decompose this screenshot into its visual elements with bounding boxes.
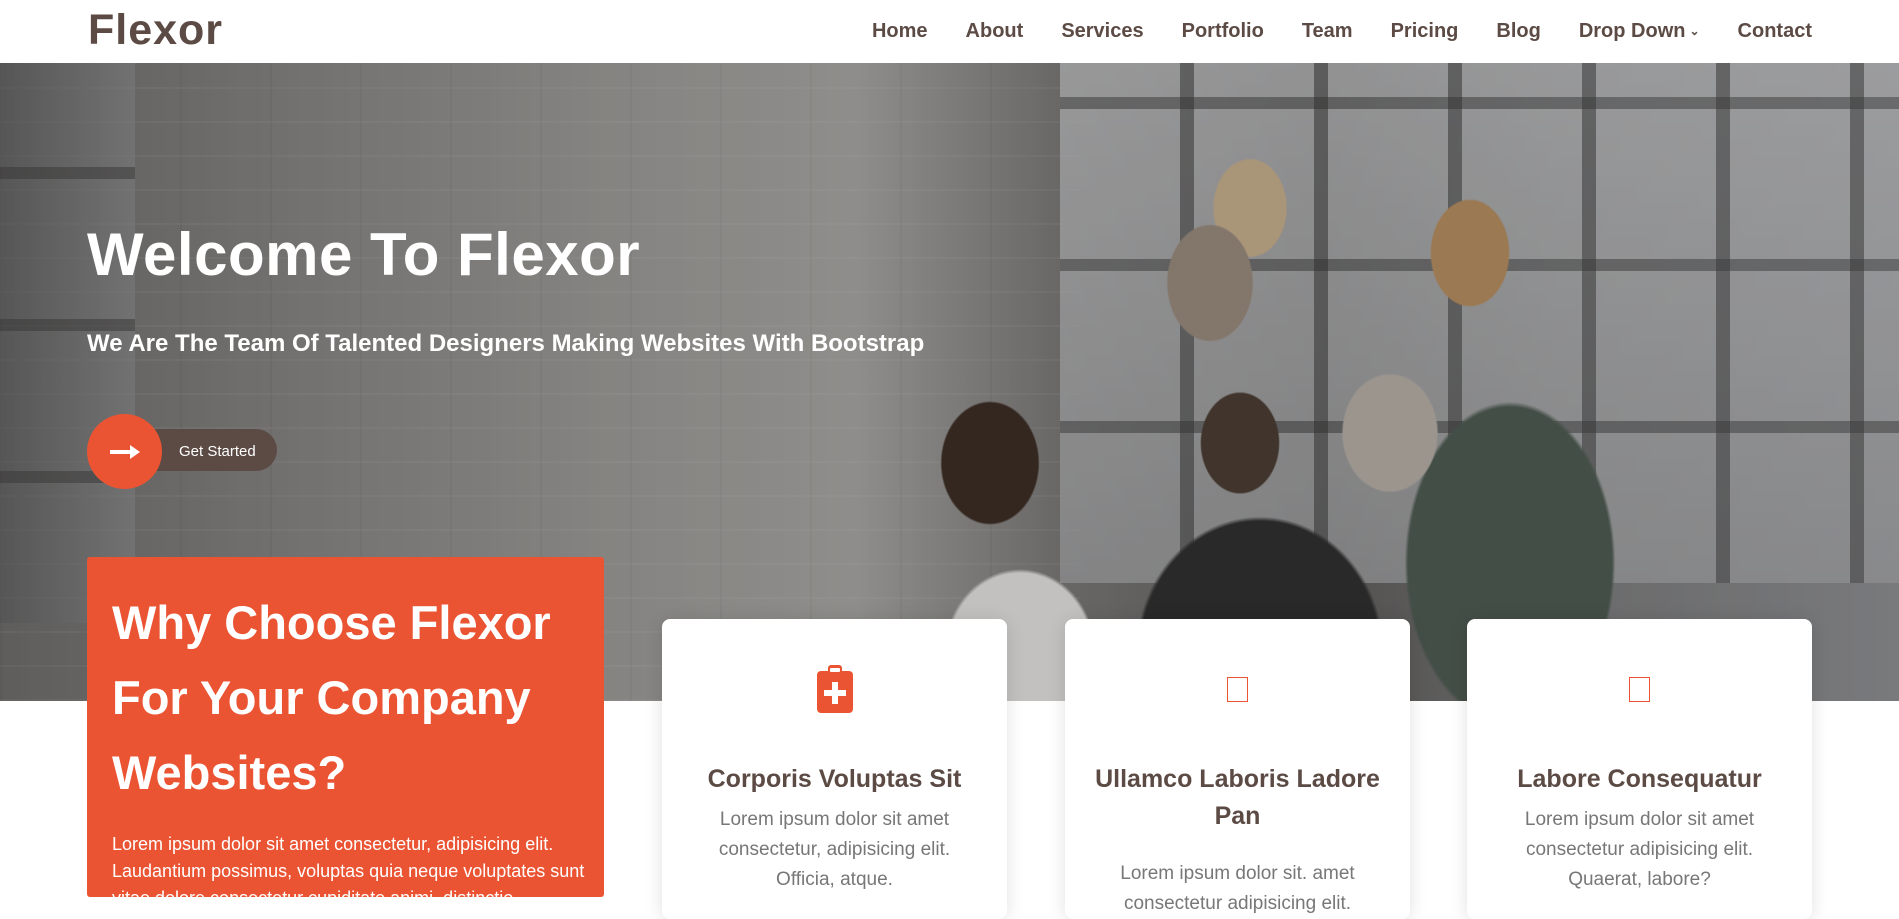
nav-portfolio-label: Portfolio: [1181, 20, 1264, 42]
feature-card: Labore Consequatur Lorem ipsum dolor sit…: [1467, 619, 1812, 919]
why-title: Why Choose Flexor For Your Company Websi…: [112, 596, 551, 799]
nav-home-label: Home: [871, 20, 928, 42]
why-choose-box: Why Choose Flexor For Your Company Websi…: [87, 557, 604, 897]
nav-portfolio[interactable]: Portfolio: [1163, 20, 1283, 43]
card-title: Ullamco Laboris Ladore Pan: [1095, 765, 1380, 830]
nav-dropdown[interactable]: Drop Down ⌄: [1560, 20, 1719, 43]
card-title: Corporis Voluptas Sit: [707, 765, 962, 793]
chevron-down-icon: ⌄: [1689, 23, 1700, 38]
nav-services-label: Services: [1061, 20, 1144, 42]
nav-dropdown-label: Drop Down: [1578, 20, 1686, 42]
nav-contact-label: Contact: [1737, 20, 1812, 42]
nav-services[interactable]: Services: [1042, 20, 1162, 43]
nav-team[interactable]: Team: [1283, 20, 1372, 43]
missing-glyph-icon: [1467, 665, 1812, 713]
card-text: Lorem ipsum dolor sit amet consectetur, …: [718, 809, 951, 890]
nav-pricing-label: Pricing: [1390, 20, 1459, 42]
nav-home[interactable]: Home: [853, 20, 947, 43]
nav-team-label: Team: [1301, 20, 1353, 42]
get-started-button[interactable]: Get Started: [87, 414, 277, 489]
card-title: Labore Consequatur: [1517, 765, 1762, 793]
hero-title: Welcome To Flexor: [87, 221, 641, 288]
card-text: Lorem ipsum dolor sit. amet consectetur …: [1120, 863, 1355, 914]
nav-about[interactable]: About: [947, 20, 1043, 43]
nav-blog-label: Blog: [1496, 20, 1541, 42]
arrow-right-icon: [87, 414, 162, 489]
cta-label: Get Started: [179, 443, 256, 460]
main-nav: Home About Services Portfolio Team Prici…: [853, 0, 1812, 63]
site-header: Flexor Home About Services Portfolio Tea…: [0, 0, 1899, 63]
feature-card: Corporis Voluptas Sit Lorem ipsum dolor …: [662, 619, 1007, 919]
why-text: Lorem ipsum dolor sit amet consectetur, …: [112, 834, 585, 897]
feature-card: Ullamco Laboris Ladore Pan Lorem ipsum d…: [1065, 619, 1410, 919]
nav-blog[interactable]: Blog: [1477, 20, 1559, 43]
nav-about-label: About: [965, 20, 1024, 42]
nav-pricing[interactable]: Pricing: [1372, 20, 1478, 43]
nav-contact[interactable]: Contact: [1719, 20, 1812, 43]
hero-subtitle: We Are The Team Of Talented Designers Ma…: [87, 330, 925, 357]
site-logo[interactable]: Flexor: [88, 6, 223, 55]
clipboard-plus-icon: [662, 665, 1007, 713]
missing-glyph-icon: [1065, 665, 1410, 713]
card-text: Lorem ipsum dolor sit amet consectetur a…: [1524, 809, 1755, 890]
